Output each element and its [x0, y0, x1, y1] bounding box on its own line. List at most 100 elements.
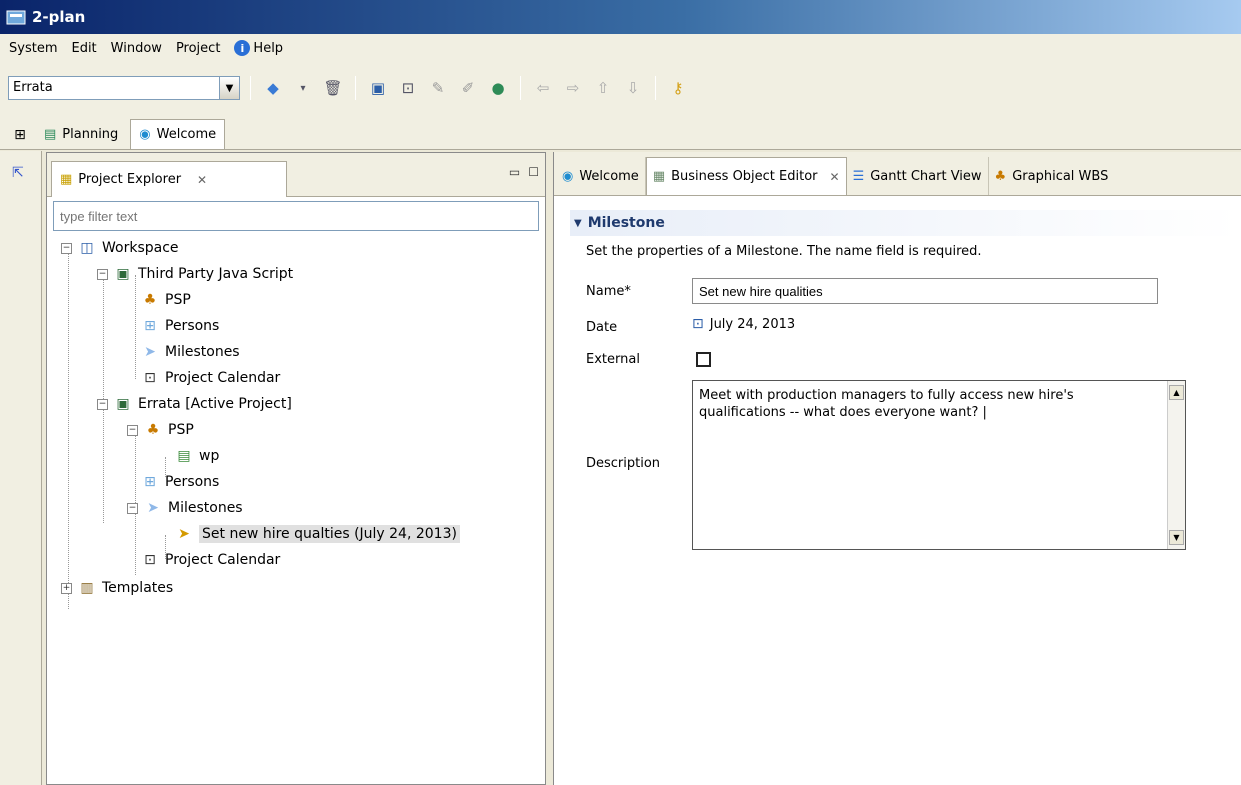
- tab-business-object-editor[interactable]: ▦ Business Object Editor ✕: [645, 157, 847, 195]
- menu-window[interactable]: Window: [104, 41, 169, 56]
- tree-item-label: Project Calendar: [165, 370, 281, 386]
- tree-item-label: Templates: [102, 580, 174, 596]
- dropdown-arrow-icon[interactable]: ▾: [291, 76, 315, 100]
- open-perspective-icon[interactable]: ⊞: [8, 121, 32, 149]
- work-package-icon: ▤: [177, 448, 191, 464]
- calendar-icon: ⊡: [144, 552, 156, 568]
- tree-item[interactable]: ⊞ Persons: [141, 469, 219, 495]
- perspective-welcome-label: Welcome: [156, 127, 217, 142]
- collapse-icon[interactable]: −: [97, 268, 108, 280]
- tree-item[interactable]: ⊡ Project Calendar: [141, 365, 280, 391]
- active-project-icon: ▣: [116, 396, 130, 412]
- minimize-icon[interactable]: ▭: [509, 165, 520, 179]
- tree-item-selected[interactable]: ➤ Set new hire qualties (July 24, 2013): [175, 521, 460, 547]
- restore-view-icon[interactable]: ⇱: [12, 165, 41, 181]
- description-label: Description: [586, 456, 661, 471]
- section-description: Set the properties of a Milestone. The n…: [586, 244, 982, 259]
- section-header[interactable]: ▼ Milestone: [570, 210, 1240, 236]
- calendar-icon[interactable]: ⊡: [692, 316, 704, 332]
- psp-icon: ♣: [146, 422, 160, 438]
- tree-item[interactable]: − ◫ Workspace: [61, 235, 179, 261]
- expand-icon[interactable]: +: [61, 582, 72, 594]
- window-title: 2-plan: [32, 8, 86, 26]
- welcome-icon: ◉: [562, 168, 574, 184]
- tree-item[interactable]: ⊡ Project Calendar: [141, 547, 280, 573]
- tree-item[interactable]: ♣ PSP: [141, 287, 191, 313]
- help-icon: i: [234, 40, 251, 56]
- person-add-icon[interactable]: ●: [486, 76, 510, 100]
- name-field[interactable]: [692, 278, 1158, 304]
- persons-icon: ⊞: [144, 474, 156, 490]
- window-titlebar: 2-plan: [0, 0, 1241, 34]
- tab-graphical-wbs-label: Graphical WBS: [1012, 168, 1109, 184]
- perspective-welcome[interactable]: ◉ Welcome: [130, 119, 226, 149]
- chevron-down-icon[interactable]: ▼: [219, 77, 239, 99]
- new-element-icon[interactable]: ◆: [261, 76, 285, 100]
- description-text: Meet with production managers to fully a…: [699, 388, 1074, 420]
- scroll-down-icon[interactable]: ▼: [1169, 530, 1184, 545]
- key-icon[interactable]: ⚷: [666, 76, 690, 100]
- tree-item-label: Milestones: [168, 500, 243, 516]
- monitor-icon[interactable]: ▣: [366, 76, 390, 100]
- tree-item[interactable]: − ▣ Third Party Java Script: [97, 261, 293, 287]
- description-textarea[interactable]: Meet with production managers to fully a…: [692, 380, 1186, 550]
- tree-item-label: Milestones: [165, 344, 240, 360]
- tab-business-object-editor-label: Business Object Editor: [671, 169, 818, 184]
- maximize-icon[interactable]: ☐: [528, 165, 539, 179]
- tree-item[interactable]: ➤ Milestones: [141, 339, 240, 365]
- tab-gantt-chart-view[interactable]: ☰ Gantt Chart View: [847, 157, 989, 195]
- app-icon: [6, 10, 26, 25]
- tab-welcome-label: Welcome: [579, 168, 639, 184]
- persons-icon: ⊞: [144, 318, 156, 334]
- menu-help[interactable]: i Help: [227, 40, 290, 56]
- menu-edit[interactable]: Edit: [64, 41, 103, 56]
- close-icon[interactable]: ✕: [197, 173, 207, 187]
- toolbar-separator: [250, 76, 251, 100]
- menu-project[interactable]: Project: [169, 41, 227, 56]
- editor-area: ◉ Welcome ▦ Business Object Editor ✕ ☰ G…: [553, 152, 1241, 785]
- menu-system[interactable]: System: [2, 41, 64, 56]
- scrollbar[interactable]: ▲ ▼: [1167, 381, 1185, 549]
- arrow-left-icon[interactable]: ⇦: [531, 76, 555, 100]
- project-select[interactable]: Errata ▼: [8, 76, 240, 100]
- perspective-planning[interactable]: ▤ Planning: [36, 119, 126, 149]
- filter-input[interactable]: [53, 201, 539, 231]
- tree-item-label: Persons: [165, 318, 220, 334]
- delete-icon[interactable]: 🗑: [321, 76, 345, 100]
- templates-icon: ▥: [80, 580, 94, 596]
- date-value[interactable]: ⊡ July 24, 2013: [692, 316, 795, 332]
- arrow-up-icon[interactable]: ⇧: [591, 76, 615, 100]
- arrow-down-icon[interactable]: ⇩: [621, 76, 645, 100]
- tab-project-explorer[interactable]: ▦ Project Explorer ✕: [51, 161, 287, 197]
- wbs-icon: ♣: [994, 168, 1007, 184]
- tab-welcome[interactable]: ◉ Welcome: [556, 157, 646, 195]
- scroll-up-icon[interactable]: ▲: [1169, 385, 1184, 400]
- tree-item[interactable]: ⊞ Persons: [141, 313, 219, 339]
- tree-item[interactable]: ▤ wp: [175, 443, 219, 469]
- collapse-section-icon[interactable]: ▼: [574, 218, 582, 229]
- close-icon[interactable]: ✕: [830, 170, 840, 184]
- tree-item-label: Workspace: [102, 240, 179, 256]
- link-icon[interactable]: ✎: [426, 76, 450, 100]
- menu-help-label: Help: [253, 40, 284, 56]
- external-checkbox[interactable]: [696, 352, 711, 367]
- tree-item[interactable]: − ▣ Errata [Active Project]: [97, 391, 292, 417]
- collapse-icon[interactable]: −: [97, 398, 108, 410]
- collapse-icon[interactable]: −: [61, 242, 72, 254]
- project-explorer-view: ▦ Project Explorer ✕ ▭ ☐ − ◫ Workspace −…: [46, 152, 546, 785]
- psp-icon: ♣: [143, 292, 157, 308]
- tree-item[interactable]: − ➤ Milestones: [127, 495, 243, 521]
- collapse-icon[interactable]: −: [127, 424, 138, 436]
- tree-item[interactable]: − ♣ PSP: [127, 417, 194, 443]
- project-select-value: Errata: [13, 80, 53, 95]
- unlink-icon[interactable]: ✐: [456, 76, 480, 100]
- screen-select-icon[interactable]: ⊡: [396, 76, 420, 100]
- tree-item-label: wp: [199, 448, 220, 464]
- arrow-right-icon[interactable]: ⇨: [561, 76, 585, 100]
- tree-item-label: Persons: [165, 474, 220, 490]
- collapse-icon[interactable]: −: [127, 502, 138, 514]
- tree-item[interactable]: + ▥ Templates: [61, 575, 173, 601]
- date-text: July 24, 2013: [709, 316, 796, 332]
- toolbar-separator: [655, 76, 656, 100]
- tab-graphical-wbs[interactable]: ♣ Graphical WBS: [989, 157, 1115, 195]
